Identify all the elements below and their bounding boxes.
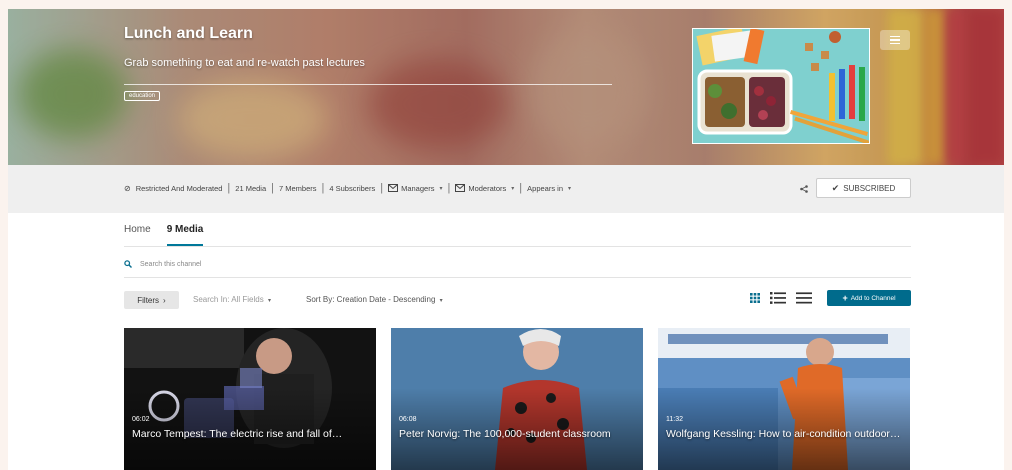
envelope-icon bbox=[388, 184, 399, 192]
channel-meta: ⊘ Restricted And Moderated | 21 Media | … bbox=[124, 182, 572, 194]
banner-divider bbox=[124, 84, 612, 85]
subscribed-button[interactable]: ✔ SUBSCRIBED bbox=[816, 178, 911, 198]
compact-list-icon[interactable] bbox=[796, 292, 812, 304]
managers-dropdown[interactable]: Managers ▾ bbox=[388, 184, 442, 193]
add-to-channel-label: Add to Channel bbox=[850, 294, 896, 302]
media-card[interactable]: 06:08 Peter Norvig: The 100,000-student … bbox=[391, 328, 643, 470]
media-count: 21 Media bbox=[235, 183, 267, 193]
media-duration: 06:02 bbox=[132, 416, 150, 423]
media-card[interactable]: 11:32 Wolfgang Kessling: How to air-cond… bbox=[658, 328, 910, 470]
channel-tabs: Home 9 Media bbox=[124, 224, 204, 246]
checkmark-icon: ✔ bbox=[831, 182, 840, 193]
sort-by-label: Sort By: Creation Date - Descending bbox=[306, 295, 436, 304]
moderators-label: Moderators bbox=[468, 183, 507, 193]
channel-page: Lunch and Learn Grab something to eat an… bbox=[8, 9, 1004, 470]
appears-in-label: Appears in bbox=[527, 183, 563, 193]
search-in-label: Search In: All Fields bbox=[193, 295, 264, 304]
media-title[interactable]: Wolfgang Kessling: How to air-condition … bbox=[666, 427, 902, 441]
chevron-down-icon: ▾ bbox=[568, 185, 572, 192]
media-duration: 06:08 bbox=[399, 416, 417, 423]
moderators-dropdown[interactable]: Moderators ▾ bbox=[455, 184, 514, 193]
search-icon bbox=[124, 260, 132, 268]
chevron-right-icon: › bbox=[163, 295, 166, 305]
media-title[interactable]: Peter Norvig: The 100,000-student classr… bbox=[399, 427, 635, 441]
appears-in-dropdown[interactable]: Appears in ▾ bbox=[527, 184, 571, 193]
tabs-divider bbox=[124, 246, 911, 247]
subscribed-label: SUBSCRIBED bbox=[843, 183, 896, 193]
channel-info-bar: ⊘ Restricted And Moderated | 21 Media | … bbox=[8, 165, 1004, 213]
sort-by-dropdown[interactable]: Sort By: Creation Date - Descending ▾ bbox=[306, 295, 443, 304]
media-duration: 11:32 bbox=[666, 416, 683, 423]
members-count: 7 Members bbox=[279, 183, 317, 193]
plus-icon: + bbox=[842, 293, 848, 303]
filters-label: Filters bbox=[137, 295, 160, 305]
managers-label: Managers bbox=[401, 183, 435, 193]
channel-description: Grab something to eat and re-watch past … bbox=[124, 57, 365, 69]
media-card[interactable]: 06:02 Marco Tempest: The electric rise a… bbox=[124, 328, 376, 470]
add-to-channel-button[interactable]: + Add to Channel bbox=[827, 290, 911, 306]
restriction-label: Restricted And Moderated bbox=[135, 183, 223, 193]
channel-title: Lunch and Learn bbox=[124, 25, 253, 42]
menu-icon bbox=[890, 35, 900, 38]
tab-media[interactable]: 9 Media bbox=[166, 224, 204, 246]
search-input[interactable]: Search this channel bbox=[140, 261, 201, 268]
chevron-down-icon: ▾ bbox=[511, 185, 515, 192]
chevron-down-icon: ▾ bbox=[267, 298, 271, 304]
channel-thumbnail bbox=[692, 28, 870, 144]
search-divider bbox=[124, 277, 911, 278]
channel-menu-button[interactable] bbox=[880, 30, 910, 50]
search-in-dropdown[interactable]: Search In: All Fields ▾ bbox=[193, 295, 271, 304]
subscribers-count: 4 Subscribers bbox=[329, 183, 376, 193]
channel-tag[interactable]: education bbox=[124, 91, 161, 101]
channel-search[interactable]: Search this channel bbox=[124, 260, 201, 268]
detailed-list-icon[interactable] bbox=[770, 292, 786, 304]
chevron-down-icon: ▾ bbox=[439, 298, 443, 304]
media-title[interactable]: Marco Tempest: The electric rise and fal… bbox=[132, 427, 368, 441]
share-button[interactable] bbox=[800, 185, 808, 195]
tab-home[interactable]: Home bbox=[124, 224, 151, 246]
share-icon bbox=[800, 185, 808, 193]
lunchbox-illustration bbox=[693, 29, 869, 143]
grid-view-icon[interactable] bbox=[750, 293, 760, 303]
filters-button[interactable]: Filters › bbox=[124, 291, 179, 309]
restricted-icon: ⊘ bbox=[124, 183, 131, 193]
view-mode-switcher bbox=[750, 292, 812, 304]
channel-banner: Lunch and Learn Grab something to eat an… bbox=[8, 9, 1004, 165]
envelope-icon bbox=[455, 184, 466, 192]
chevron-down-icon: ▾ bbox=[439, 185, 443, 192]
